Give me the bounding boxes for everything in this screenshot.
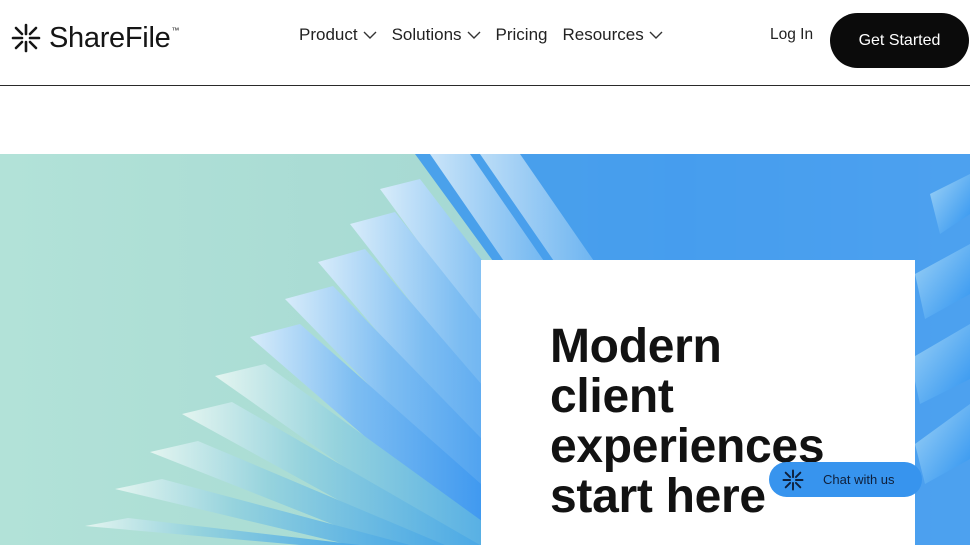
main-nav: Product Solutions Pricing Resources: [299, 24, 678, 46]
nav-product[interactable]: Product: [299, 24, 377, 46]
sharefile-logo-icon: [11, 23, 41, 53]
chat-with-us-button[interactable]: Chat with us: [769, 462, 922, 497]
nav-resources-label: Resources: [562, 25, 644, 44]
login-link[interactable]: Log In: [770, 26, 813, 44]
site-header: ShareFile™ Product Solutions Pricing Res…: [0, 0, 970, 86]
hero-card: Modern client experiences start here: [481, 260, 915, 545]
chevron-down-icon: [363, 31, 377, 39]
nav-pricing[interactable]: Pricing: [496, 24, 548, 46]
nav-solutions[interactable]: Solutions: [392, 24, 481, 46]
trademark: ™: [171, 25, 180, 35]
chat-label: Chat with us: [823, 472, 895, 487]
nav-pricing-label: Pricing: [495, 25, 548, 44]
get-started-button[interactable]: Get Started: [830, 13, 969, 68]
headline-line-2: client: [550, 370, 674, 423]
nav-resources[interactable]: Resources: [563, 24, 663, 46]
chevron-down-icon: [649, 31, 663, 39]
chevron-down-icon: [467, 31, 481, 39]
nav-product-label: Product: [299, 25, 358, 44]
nav-solutions-label: Solutions: [391, 25, 462, 44]
sharefile-logo[interactable]: ShareFile™: [11, 19, 179, 57]
logo-wordmark: ShareFile™: [49, 21, 180, 54]
headline-line-1: Modern: [550, 320, 722, 373]
sharefile-logo-icon: [782, 469, 804, 490]
